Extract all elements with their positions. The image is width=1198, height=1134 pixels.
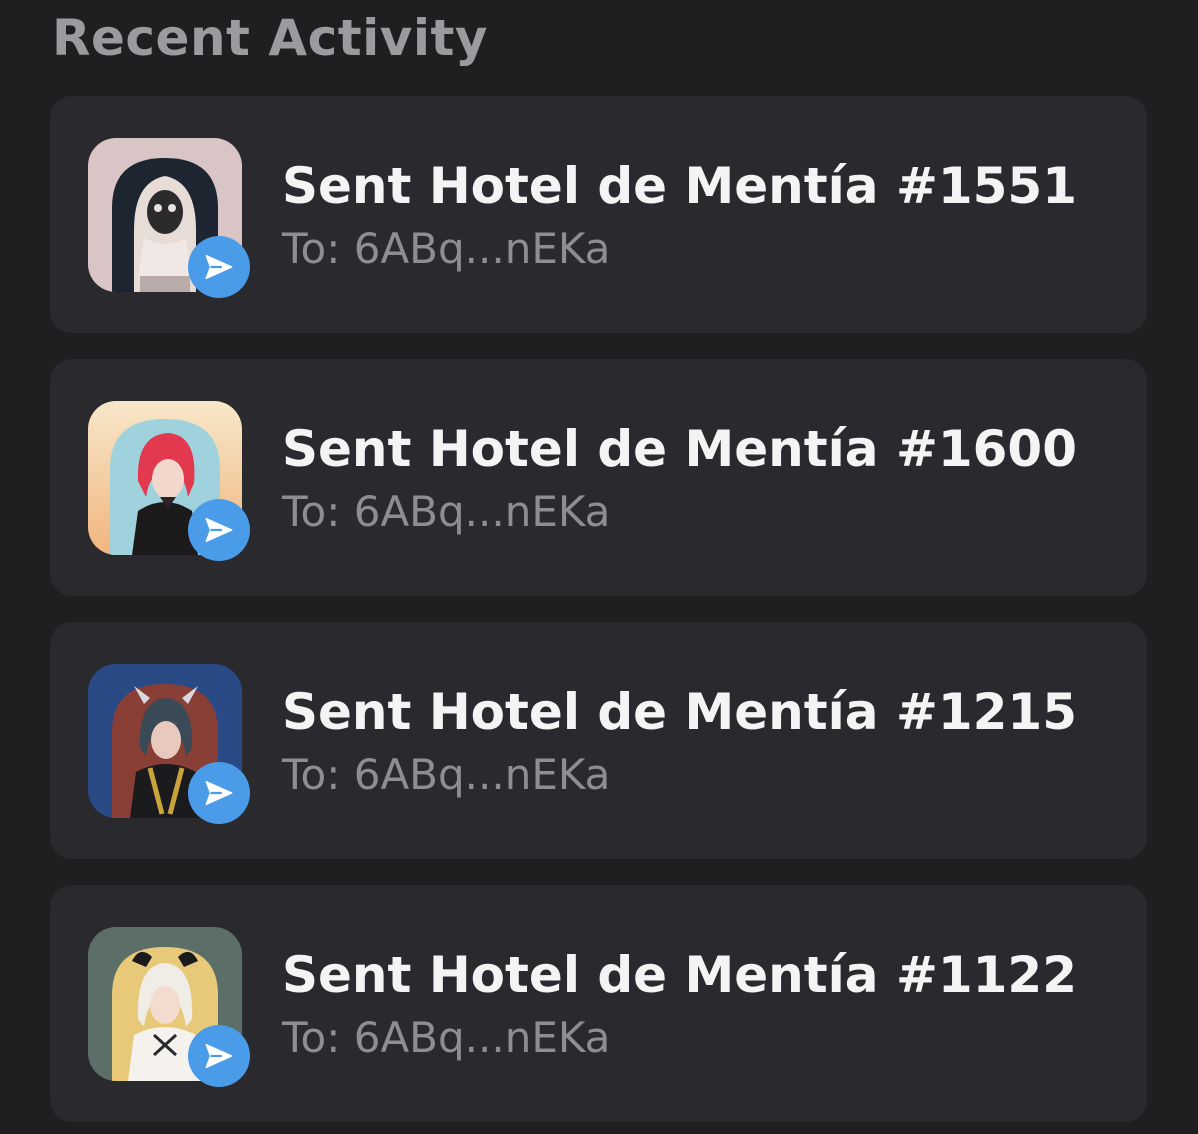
activity-item[interactable]: Sent Hotel de Mentía #1215 To: 6ABq...nE… (50, 622, 1147, 859)
send-icon (205, 780, 233, 806)
send-icon (205, 517, 233, 543)
activity-item[interactable]: Sent Hotel de Mentía #1600 To: 6ABq...nE… (50, 359, 1147, 596)
nft-thumbnail-wrap (88, 927, 250, 1087)
recent-activity-page: Recent Activity Sent Hotel de Mentía #15… (0, 0, 1198, 1134)
send-icon (205, 254, 233, 280)
send-badge (188, 1025, 250, 1087)
send-icon (205, 1043, 233, 1069)
send-badge (188, 236, 250, 298)
nft-thumbnail-wrap (88, 138, 250, 298)
activity-recipient: To: 6ABq...nEKa (282, 224, 611, 273)
activity-recipient: To: 6ABq...nEKa (282, 487, 611, 536)
send-badge (188, 762, 250, 824)
send-badge (188, 499, 250, 561)
section-title: Recent Activity (52, 9, 488, 67)
nft-thumbnail-wrap (88, 664, 250, 824)
activity-recipient: To: 6ABq...nEKa (282, 750, 611, 799)
activity-list: Sent Hotel de Mentía #1551 To: 6ABq...nE… (50, 96, 1147, 1134)
nft-thumbnail-wrap (88, 401, 250, 561)
activity-item[interactable]: Sent Hotel de Mentía #1122 To: 6ABq...nE… (50, 885, 1147, 1122)
activity-item[interactable]: Sent Hotel de Mentía #1551 To: 6ABq...nE… (50, 96, 1147, 333)
activity-title: Sent Hotel de Mentía #1122 (282, 946, 1077, 1004)
activity-title: Sent Hotel de Mentía #1600 (282, 420, 1077, 478)
activity-recipient: To: 6ABq...nEKa (282, 1013, 611, 1062)
activity-title: Sent Hotel de Mentía #1215 (282, 683, 1077, 741)
activity-title: Sent Hotel de Mentía #1551 (282, 157, 1077, 215)
